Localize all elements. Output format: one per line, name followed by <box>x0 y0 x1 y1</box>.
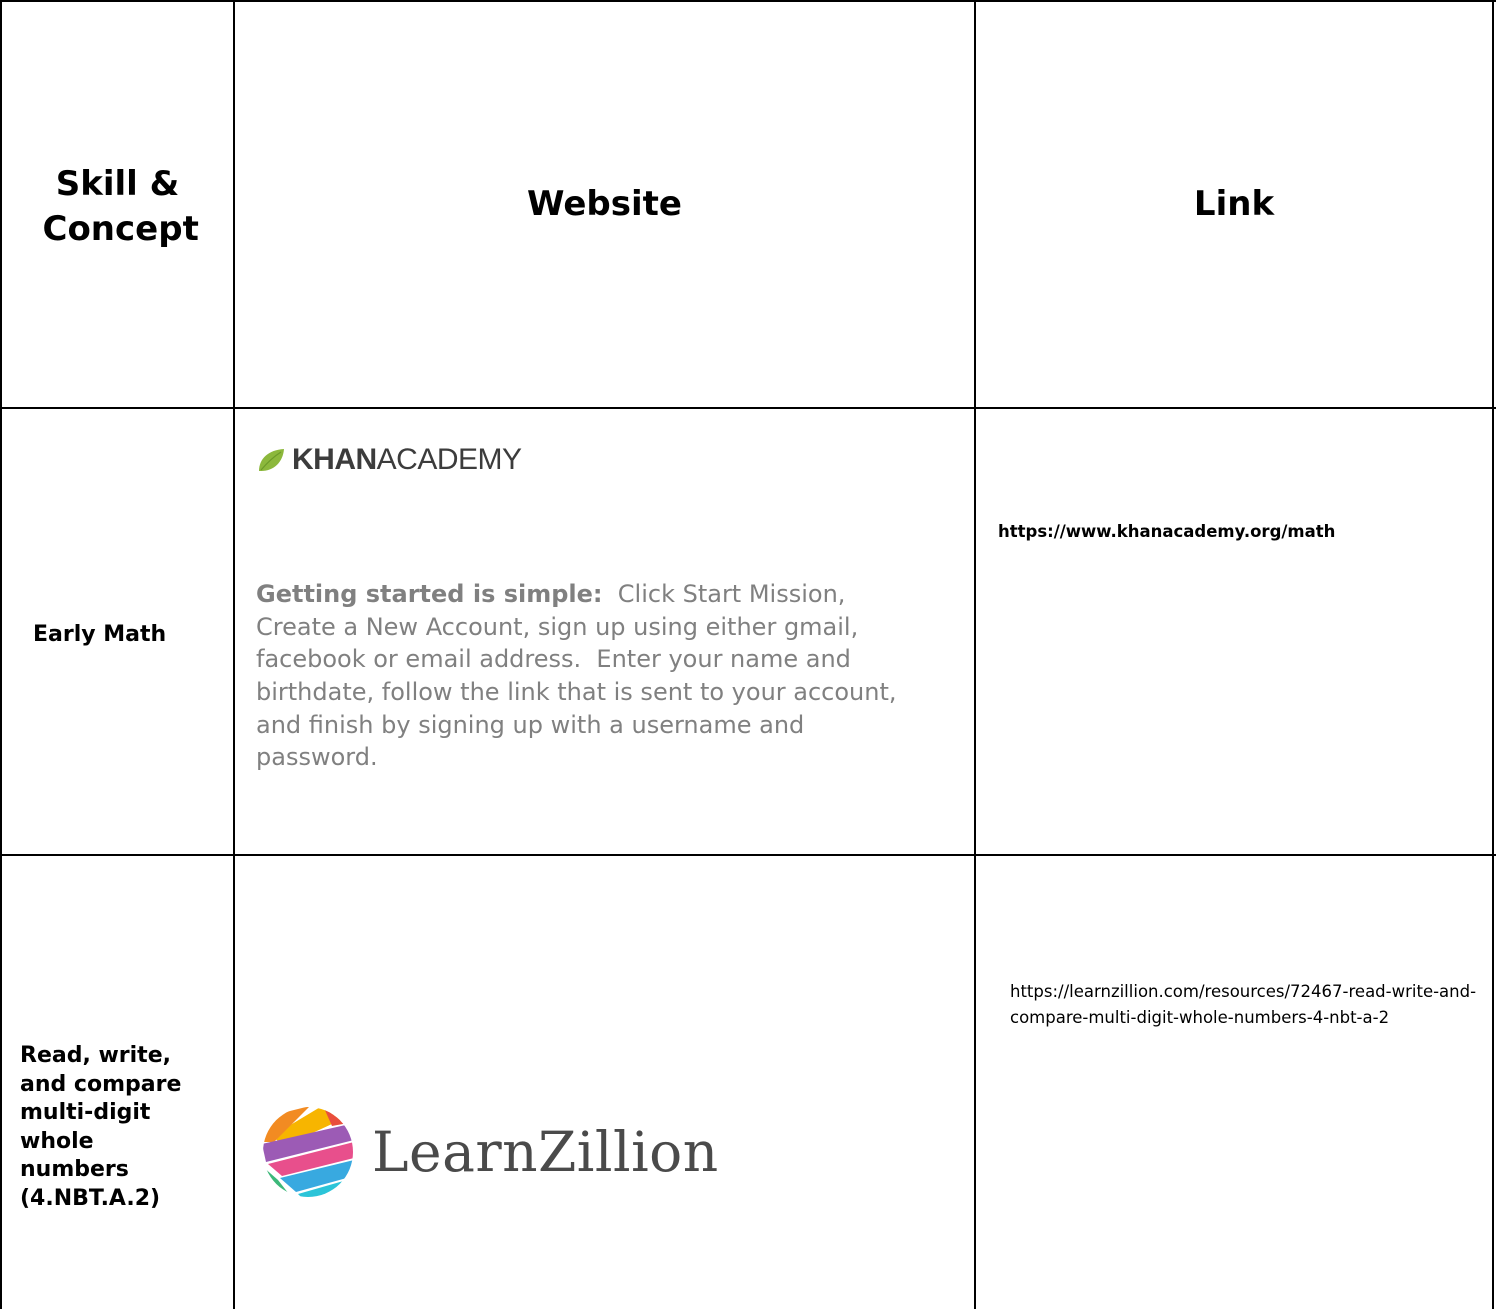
header-cell-website: Website <box>235 2 974 407</box>
resource-table: Skill & Concept Website Link Early Math … <box>0 0 1496 1309</box>
learnzillion-circle-icon <box>263 1107 353 1197</box>
header-cell-skill: Skill & Concept <box>2 2 233 407</box>
row-2-website-cell: LearnZillion <box>235 856 974 1309</box>
row-1-link-cell: https://www.khanacademy.org/math <box>976 409 1492 854</box>
khan-academy-link[interactable]: https://www.khanacademy.org/math <box>998 522 1492 541</box>
instructions-lead: Getting started is simple: <box>256 580 603 608</box>
instructions-body: Click Start Mission, Create a New Accoun… <box>256 580 905 772</box>
row-1-skill-cell: Early Math <box>2 409 233 854</box>
leaf-icon <box>259 449 284 471</box>
skill-early-math: Early Math <box>33 622 167 648</box>
row-1-website-cell: KHAN ACADEMY Getting started is simple: C… <box>235 409 974 854</box>
header-skill-concept: Skill & Concept <box>42 164 199 249</box>
column-border-right <box>1492 0 1494 1309</box>
row-2-link-cell: https://learnzillion.com/resources/72467… <box>976 856 1492 1309</box>
logo-text-academy: ACADEMY <box>376 443 522 476</box>
learnzillion-logo: LearnZillion <box>262 1106 974 1198</box>
header-link: Link <box>1193 184 1275 225</box>
header-cell-link: Link <box>976 2 1492 407</box>
getting-started-instructions: Getting started is simple: Click Start M… <box>256 578 926 774</box>
header-website: Website <box>527 184 682 225</box>
learnzillion-wordmark: LearnZillion <box>372 1120 719 1184</box>
learnzillion-link[interactable]: https://learnzillion.com/resources/72467… <box>1010 979 1480 1030</box>
khan-academy-logo: KHAN ACADEMY <box>256 443 974 477</box>
skill-read-write-compare: Read, write, and compare multi-digit who… <box>20 1043 182 1211</box>
row-2-skill-cell: Read, write, and compare multi-digit who… <box>2 856 233 1309</box>
logo-text-khan: KHAN <box>292 443 377 476</box>
